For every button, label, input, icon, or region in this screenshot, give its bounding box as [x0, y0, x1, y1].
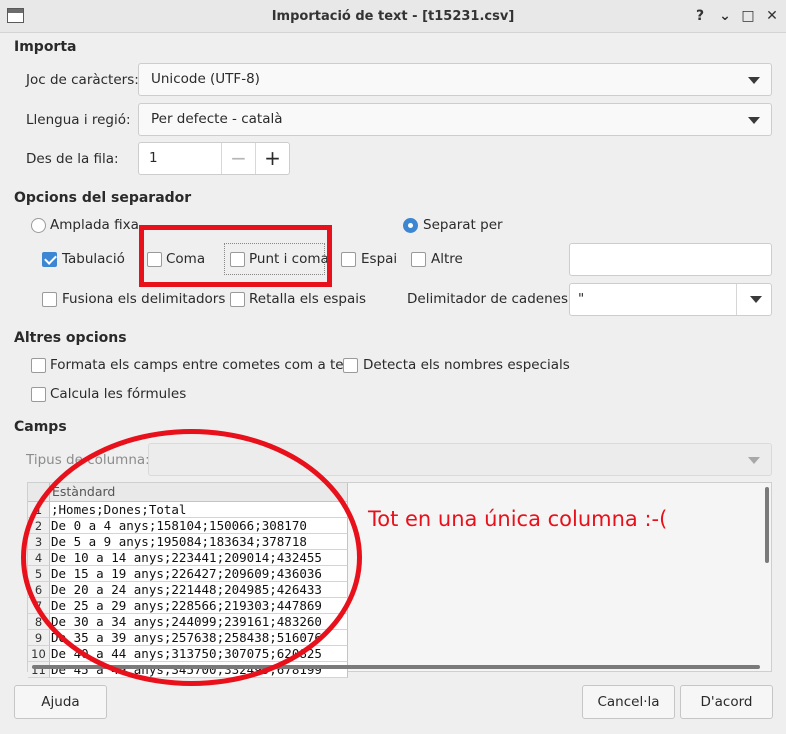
- vertical-scrollbar[interactable]: [763, 483, 771, 665]
- charset-combo[interactable]: Unicode (UTF-8): [138, 63, 772, 96]
- from-row-value[interactable]: 1: [149, 143, 158, 174]
- quoted-as-text-label[interactable]: Formata els camps entre cometes com a te…: [50, 357, 357, 373]
- fixed-width-radio[interactable]: [31, 218, 46, 233]
- ok-button[interactable]: D'acord: [680, 685, 773, 719]
- tab-checkbox[interactable]: [42, 252, 57, 267]
- trim-spaces-checkbox[interactable]: [230, 292, 245, 307]
- quoted-as-text-checkbox[interactable]: [31, 358, 46, 373]
- from-row-label: Des de la fila:: [26, 151, 119, 167]
- space-label[interactable]: Espai: [361, 251, 397, 267]
- help-icon[interactable]: ?: [690, 6, 710, 26]
- fields-heading: Camps: [14, 419, 67, 435]
- chevron-down-icon: [748, 117, 760, 124]
- minimize-icon[interactable]: ⌄: [715, 6, 735, 26]
- highlight-ellipse: [21, 429, 362, 686]
- string-delimiter-combo[interactable]: ": [569, 283, 772, 316]
- decrement-button[interactable]: −: [221, 143, 255, 174]
- trim-spaces-label[interactable]: Retalla els espais: [249, 291, 366, 307]
- detect-special-numbers-checkbox[interactable]: [343, 358, 358, 373]
- separated-by-label[interactable]: Separat per: [423, 217, 503, 233]
- row-number[interactable]: 10: [28, 646, 50, 662]
- other-checkbox[interactable]: [411, 252, 426, 267]
- fixed-width-label[interactable]: Amplada fixa: [50, 217, 139, 233]
- scroll-thumb[interactable]: [765, 487, 769, 563]
- language-value: Per defecte - català: [151, 111, 283, 127]
- space-checkbox[interactable]: [341, 252, 356, 267]
- merge-delimiters-label[interactable]: Fusiona els delimitadors: [62, 291, 225, 307]
- string-delimiter-value[interactable]: ": [578, 291, 584, 307]
- language-label: Llengua i regió:: [26, 112, 131, 128]
- window-title: Importació de text - [t15231.csv]: [271, 9, 515, 24]
- separated-by-radio[interactable]: [403, 218, 418, 233]
- import-heading: Importa: [14, 39, 77, 55]
- from-row-spinner[interactable]: 1 − +: [138, 142, 290, 175]
- annotation-text: Tot en una única columna :-(: [368, 507, 668, 531]
- charset-value: Unicode (UTF-8): [151, 71, 260, 87]
- chevron-down-icon: [748, 77, 760, 84]
- highlight-rectangle: [139, 225, 332, 287]
- string-delimiter-label: Delimitador de cadenes:: [407, 291, 573, 307]
- separator-heading: Opcions del separador: [14, 190, 192, 206]
- maximize-icon[interactable]: □: [738, 6, 758, 26]
- combo-divider: [736, 284, 737, 315]
- other-separator-input[interactable]: [569, 243, 772, 276]
- chevron-down-icon: [748, 457, 760, 464]
- chevron-down-icon[interactable]: [750, 296, 762, 303]
- language-combo[interactable]: Per defecte - català: [138, 103, 772, 136]
- help-button[interactable]: Ajuda: [14, 685, 107, 719]
- other-options-heading: Altres opcions: [14, 330, 127, 346]
- tab-label[interactable]: Tabulació: [62, 251, 125, 267]
- merge-delimiters-checkbox[interactable]: [42, 292, 57, 307]
- evaluate-formulas-label[interactable]: Calcula les fórmules: [50, 386, 186, 402]
- detect-special-numbers-label[interactable]: Detecta els nombres especials: [363, 357, 570, 373]
- row-number[interactable]: 9: [28, 630, 50, 646]
- other-label[interactable]: Altre: [431, 251, 463, 267]
- increment-button[interactable]: +: [255, 143, 289, 174]
- cancel-button[interactable]: Cancel·la: [582, 685, 675, 719]
- evaluate-formulas-checkbox[interactable]: [31, 387, 46, 402]
- charset-label: Joc de caràcters:: [26, 72, 139, 88]
- close-icon[interactable]: ✕: [762, 6, 782, 26]
